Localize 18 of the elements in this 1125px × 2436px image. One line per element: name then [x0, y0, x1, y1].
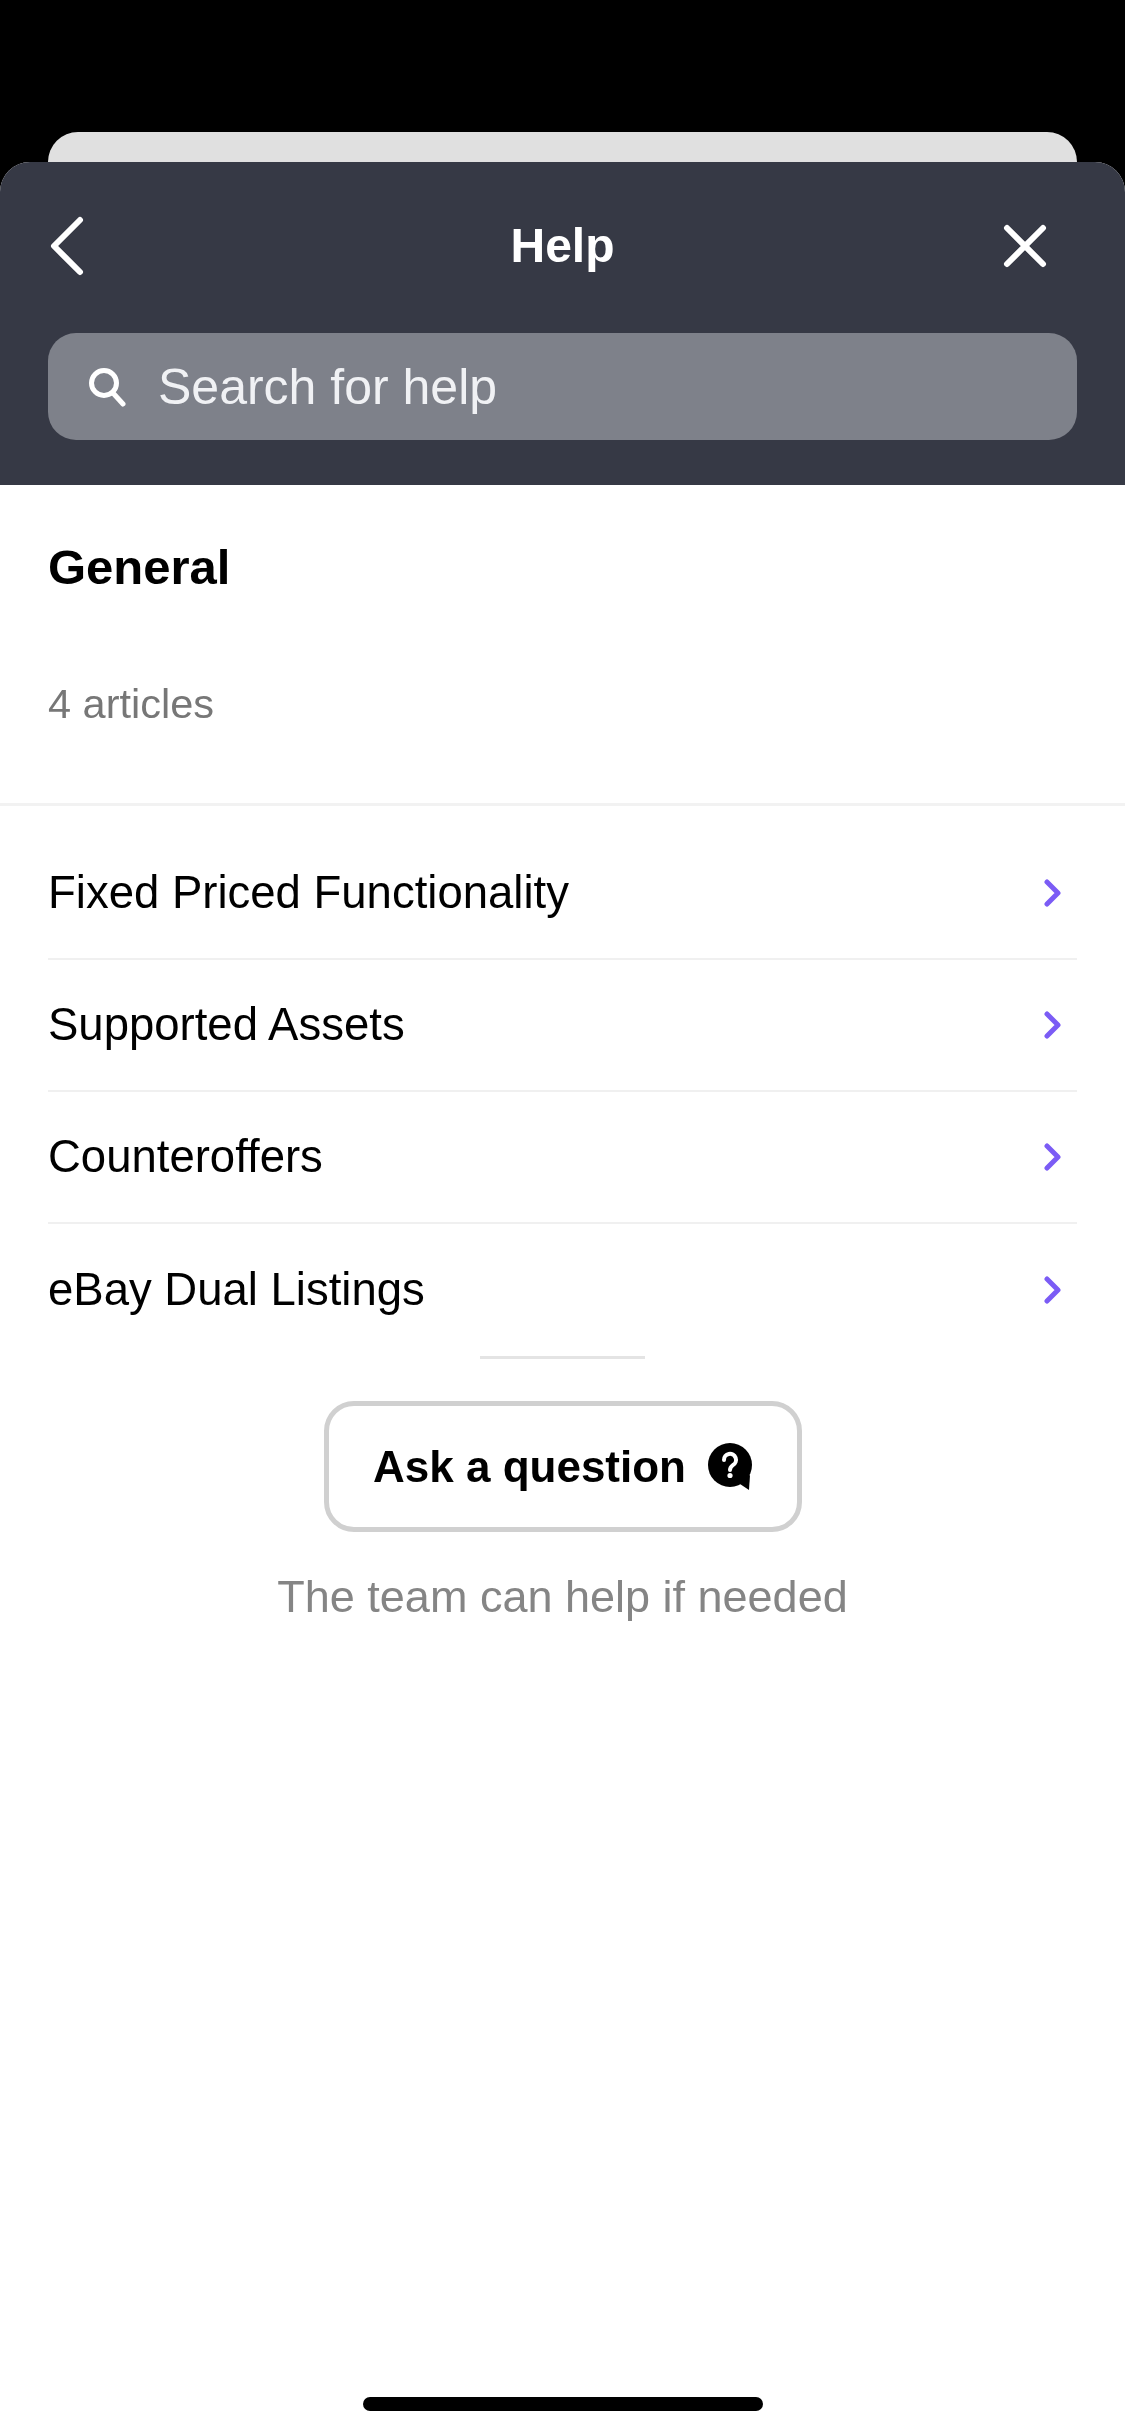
article-item[interactable]: Supported Assets: [48, 960, 1077, 1092]
header-title: Help: [510, 218, 615, 274]
chevron-right-icon: [1044, 1143, 1062, 1171]
chevron-right-icon: [1044, 1011, 1062, 1039]
back-icon[interactable]: [48, 216, 84, 276]
ask-question-button[interactable]: Ask a question: [323, 1401, 802, 1532]
search-icon: [88, 367, 126, 407]
chevron-right-icon: [1044, 1276, 1062, 1304]
close-icon[interactable]: [1003, 224, 1047, 268]
question-bubble-icon: [708, 1442, 752, 1491]
article-item[interactable]: eBay Dual Listings: [48, 1224, 1077, 1356]
help-note: The team can help if needed: [277, 1572, 848, 1622]
article-item[interactable]: Counteroffers: [48, 1092, 1077, 1224]
section-title: General: [48, 539, 231, 596]
article-count: 4 articles: [48, 680, 215, 728]
search-field[interactable]: Search for help: [48, 333, 1077, 440]
article-item[interactable]: Fixed Priced Functionality: [48, 828, 1077, 960]
chevron-right-icon: [1044, 879, 1062, 907]
